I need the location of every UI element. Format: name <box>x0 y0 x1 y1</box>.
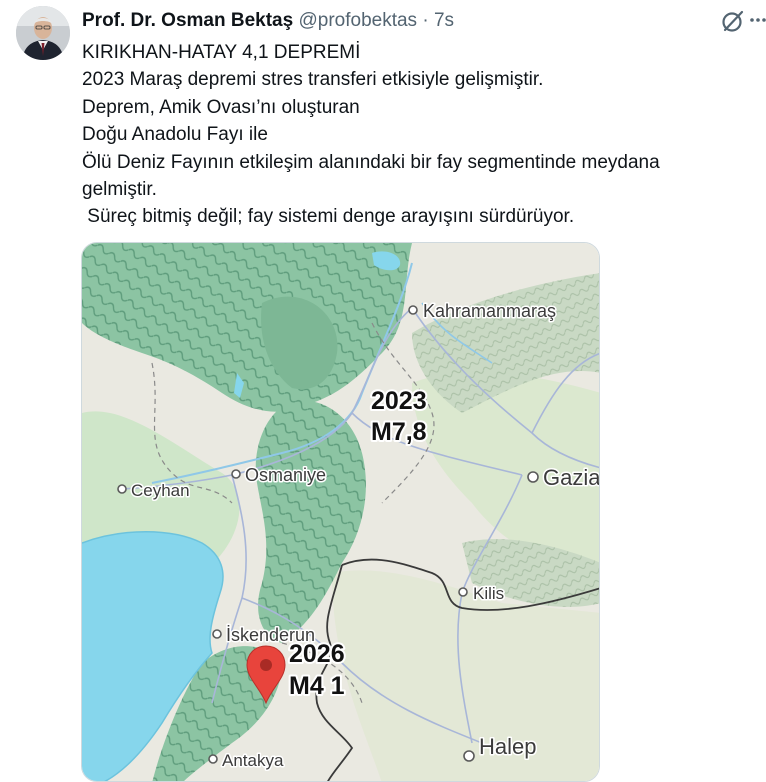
city-label-kahramanmaras: Kahramanmaraş <box>423 301 556 321</box>
tweet-text: KIRIKHAN-HATAY 4,1 DEPREMİ 2023 Maraş dep… <box>82 39 732 231</box>
city-dot-ceyhan <box>117 484 127 494</box>
city-dot-osmaniye <box>231 469 241 479</box>
tweet-line: Doğu Anadolu Fayı ile <box>82 124 268 146</box>
avatar[interactable] <box>16 6 70 60</box>
city-dot-halep <box>463 750 475 762</box>
city-dot-antakya <box>208 754 218 764</box>
tweet-line: Süreç bitmiş değil; fay sistemi denge ar… <box>82 206 575 228</box>
city-dot-gaziantep <box>527 471 539 483</box>
avatar-image <box>16 6 70 60</box>
city-label-halep: Halep <box>479 734 536 759</box>
city-label-kilis: Kilis <box>473 584 504 603</box>
quake-2023-year: 2023 <box>371 387 427 415</box>
city-dot-kahramanmaras <box>408 305 418 315</box>
header-separator: · <box>422 10 429 31</box>
grok-icon[interactable] <box>720 8 746 34</box>
city-label-gaziantep: Gazia <box>543 465 600 490</box>
more-icon[interactable] <box>749 10 766 30</box>
city-dot-kilis <box>458 587 468 597</box>
map-image: Kahramanmaraş Osmaniye Gazia Ceyhan Kili… <box>82 243 600 781</box>
city-label-antakya: Antakya <box>222 751 284 770</box>
quake-2026-magnitude: M4 1 <box>289 672 345 700</box>
tweet-line: Ölü Deniz Fayının etkileşim alanındaki b… <box>82 151 665 201</box>
quake-2026-year: 2026 <box>289 640 345 668</box>
tweet-time[interactable]: 7s <box>434 10 454 31</box>
city-label-ceyhan: Ceyhan <box>131 481 190 500</box>
author-name[interactable]: Prof. Dr. Osman Bektaş <box>82 10 293 31</box>
tweet-header: Prof. Dr. Osman Bektaş @profobektas · 7s <box>82 10 454 32</box>
tweet-line: 2023 Maraş depremi stres transferi etkis… <box>82 69 544 91</box>
tweet-line: Deprem, Amik Ovası’nı oluşturan <box>82 96 360 118</box>
author-handle[interactable]: @profobektas <box>298 10 417 31</box>
tweet-media-map[interactable]: Kahramanmaraş Osmaniye Gazia Ceyhan Kili… <box>81 242 600 782</box>
city-dot-iskenderun <box>212 629 222 639</box>
tweet-line: KIRIKHAN-HATAY 4,1 DEPREMİ <box>82 42 361 63</box>
city-label-osmaniye: Osmaniye <box>245 465 326 485</box>
quake-2023-magnitude: M7,8 <box>371 418 427 446</box>
